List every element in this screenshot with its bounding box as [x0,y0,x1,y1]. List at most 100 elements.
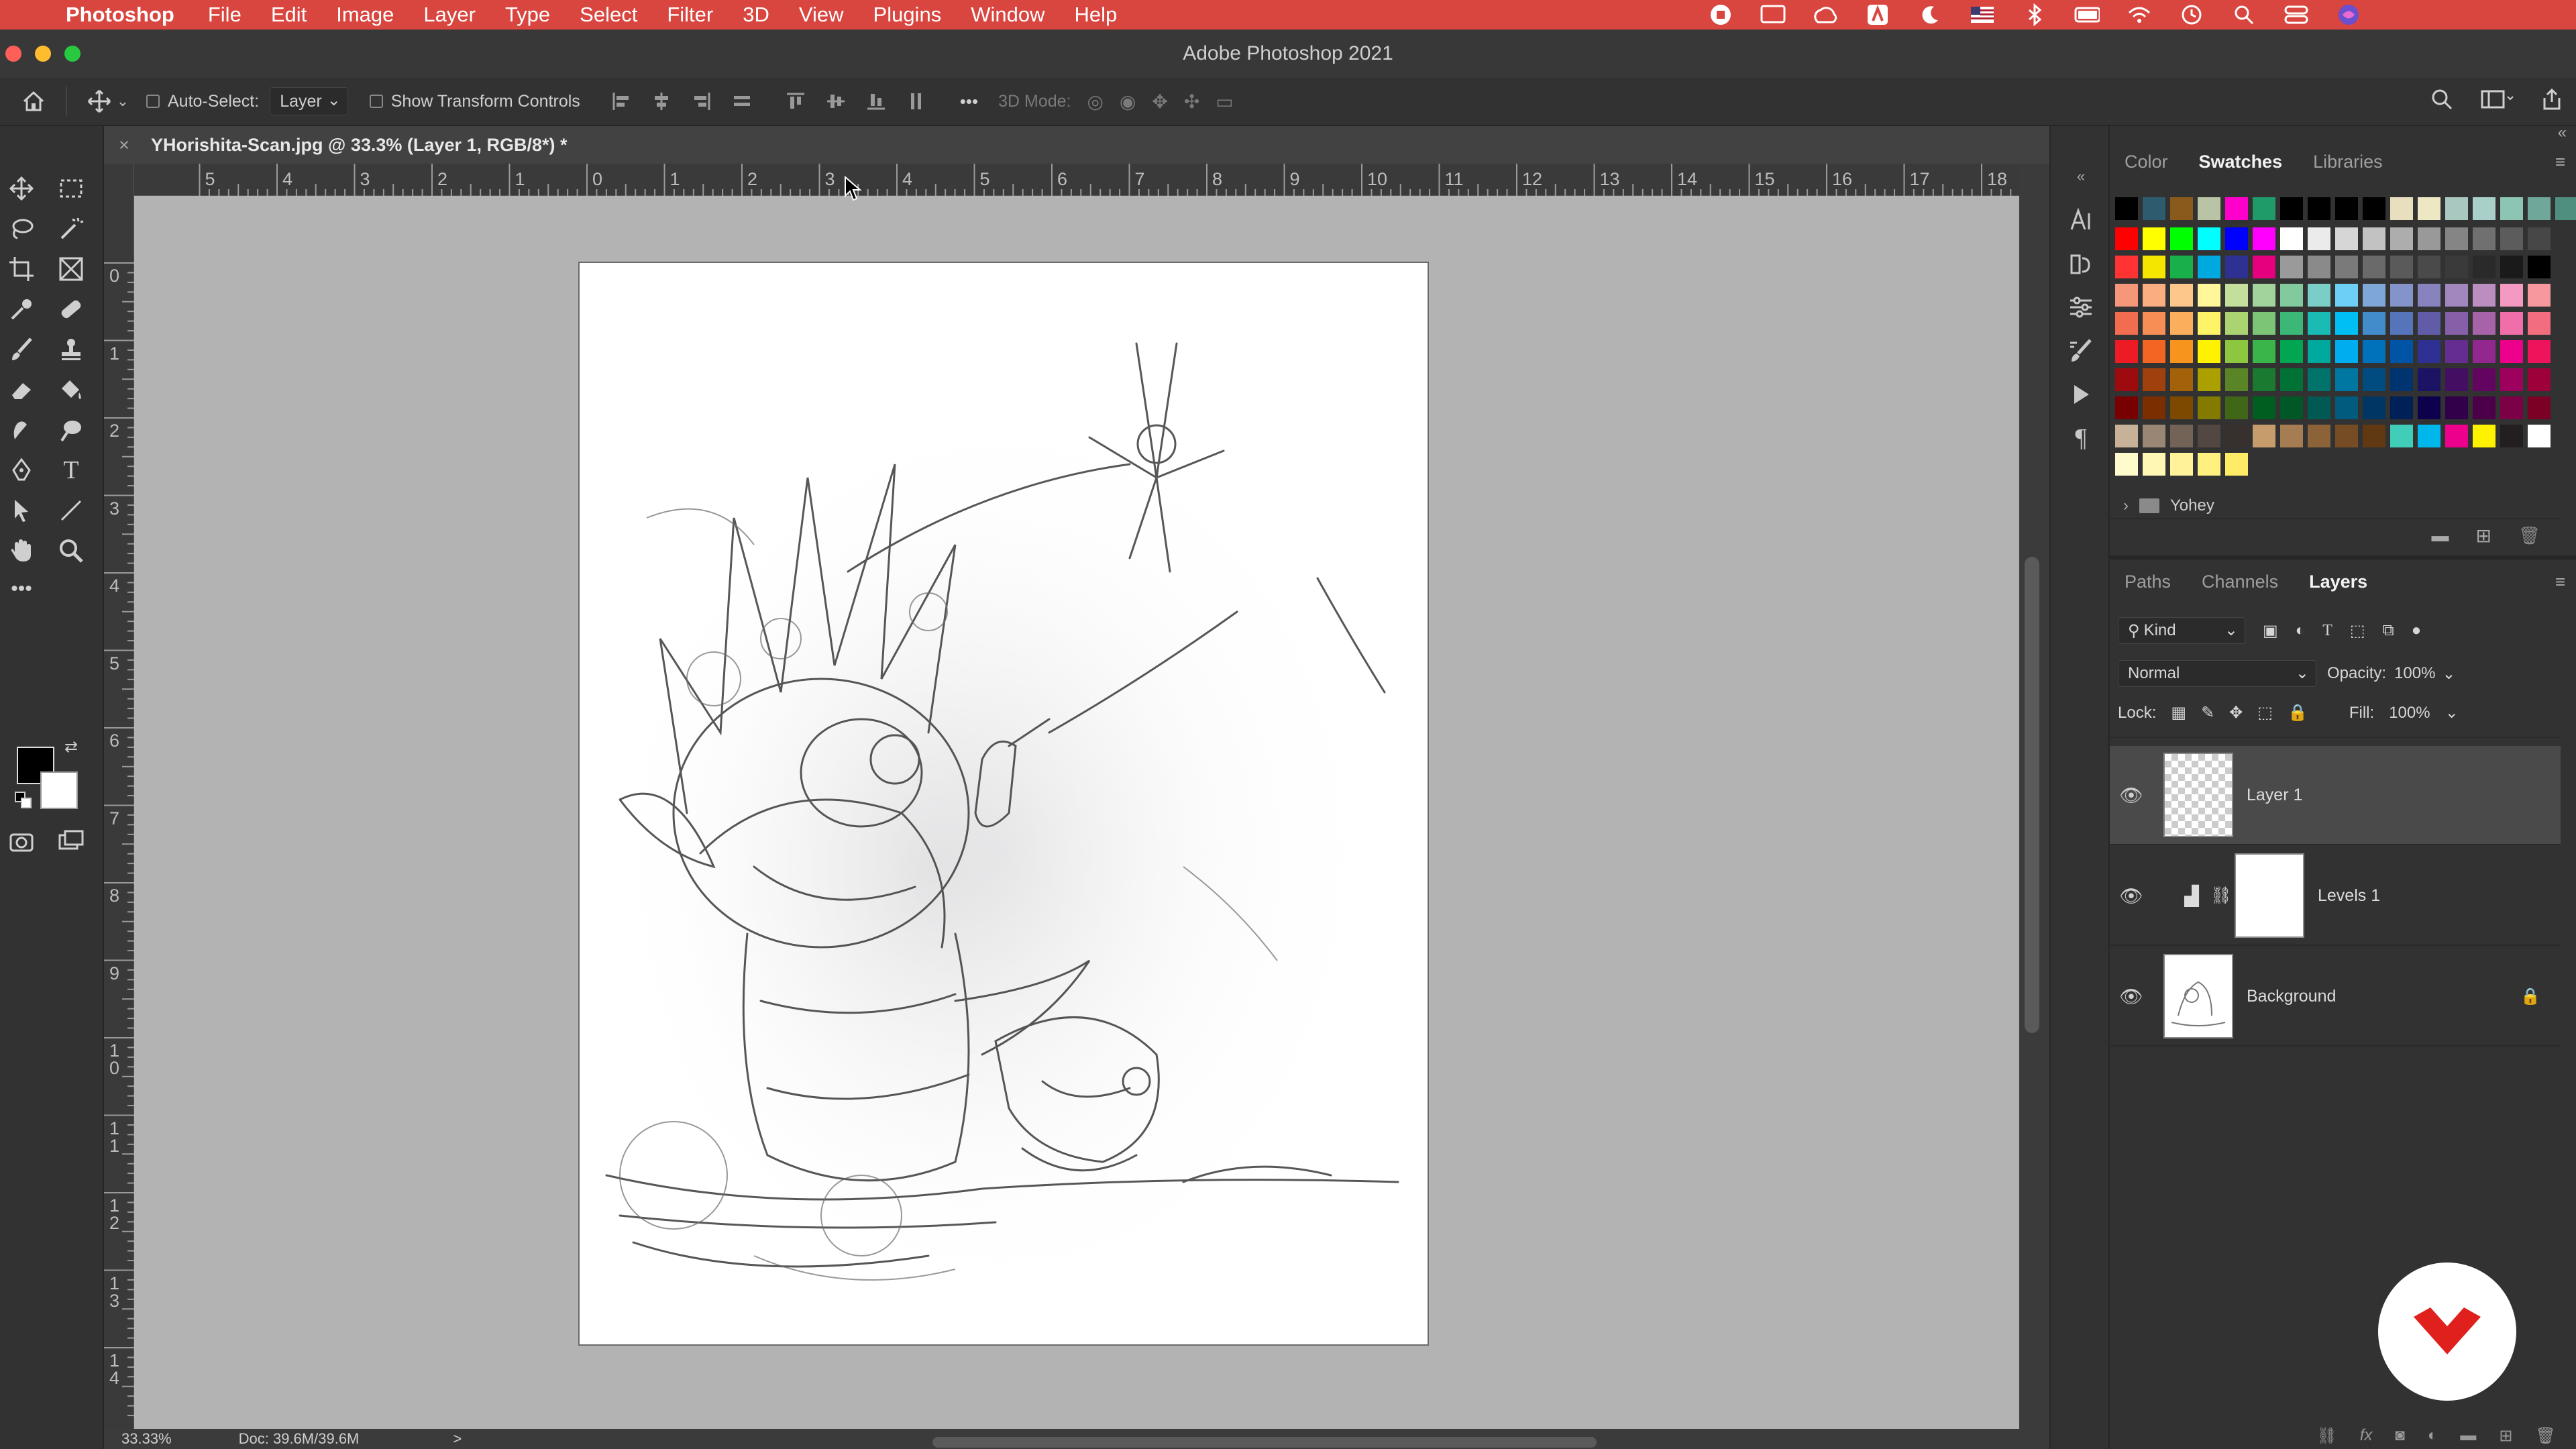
color-swatch[interactable] [2225,340,2248,363]
color-swatch[interactable] [2115,227,2138,250]
magic-wand-tool-icon[interactable] [52,210,90,248]
color-swatch[interactable] [2253,340,2275,363]
paint-bucket-tool-icon[interactable] [52,371,90,409]
color-swatch[interactable] [2500,197,2523,220]
color-swatch[interactable] [2445,197,2468,220]
auto-select-checkbox[interactable] [146,95,160,108]
filter-toggle-icon[interactable]: ● [2412,621,2422,640]
color-swatch[interactable] [2390,312,2413,335]
screen-icon[interactable] [1760,2,1786,28]
color-swatch[interactable] [2445,425,2468,447]
color-swatch[interactable] [2170,256,2193,278]
color-swatch[interactable] [2555,197,2576,220]
distribute-icon[interactable] [732,91,752,111]
color-swatch[interactable] [2308,396,2330,419]
menu-select[interactable]: Select [580,3,637,27]
color-swatch[interactable] [2225,396,2248,419]
adobe-icon[interactable] [1865,2,1890,28]
color-swatch[interactable] [2225,284,2248,307]
color-swatch[interactable] [2253,396,2275,419]
lock-image-icon[interactable]: ✎ [2201,703,2214,722]
color-swatch[interactable] [2143,227,2165,250]
color-swatch[interactable] [2500,312,2523,335]
marquee-tool-icon[interactable] [52,170,90,207]
color-swatch[interactable] [2473,396,2496,419]
color-swatch[interactable] [2445,340,2468,363]
menu-filter[interactable]: Filter [667,3,713,27]
color-swatch[interactable] [2418,284,2440,307]
color-swatch[interactable] [2280,312,2303,335]
color-swatch[interactable] [2418,396,2440,419]
color-swatch[interactable] [2500,396,2523,419]
color-swatch[interactable] [2115,396,2138,419]
close-window-button[interactable] [5,46,21,62]
link-layers-icon[interactable]: ⛓ [2316,1426,2337,1446]
color-swatch[interactable] [2363,340,2385,363]
line-tool-icon[interactable] [52,492,90,529]
move-tool-preset-icon[interactable]: ⌄ [80,88,134,115]
record-icon[interactable] [1708,2,1733,28]
color-swatch[interactable] [2335,256,2358,278]
new-swatch-icon[interactable]: ⊞ [2476,525,2491,547]
zoom-tool-icon[interactable] [52,532,90,570]
menu-3d[interactable]: 3D [743,3,769,27]
color-swatch[interactable] [2528,197,2551,220]
color-swatch[interactable] [2363,425,2385,447]
tab-color[interactable]: Color [2125,152,2168,172]
3d-slide-icon[interactable]: ✣ [1184,91,1199,113]
layer-style-icon[interactable]: fx [2360,1426,2373,1445]
color-swatch[interactable] [2335,197,2358,220]
adjustments-panel-icon[interactable] [2064,290,2098,324]
color-swatch[interactable] [2170,312,2193,335]
mask-link-icon[interactable]: ⛓ [2210,886,2232,906]
color-swatch[interactable] [2528,396,2551,419]
color-swatch[interactable] [2253,312,2275,335]
fill-value[interactable]: 100% [2389,704,2430,722]
color-swatch[interactable] [2170,227,2193,250]
3d-roll-icon[interactable]: ◉ [1120,91,1136,113]
actions-panel-icon[interactable] [2064,378,2098,411]
character-panel-icon[interactable] [2064,203,2098,237]
lock-all-icon[interactable]: 🔒 [2288,703,2308,722]
color-swatch[interactable] [2445,368,2468,391]
color-swatch[interactable] [2170,396,2193,419]
color-swatch[interactable] [2473,340,2496,363]
color-swatch[interactable] [2225,453,2248,476]
background-color-swatch[interactable] [40,771,78,809]
color-swatch[interactable] [2308,425,2330,447]
layer-name[interactable]: Background [2247,987,2336,1006]
new-group-icon[interactable]: ▬ [2432,525,2449,546]
eyedropper-tool-icon[interactable] [3,290,40,328]
color-swatch[interactable] [2198,368,2220,391]
zoom-level[interactable]: 33.33% [121,1430,172,1448]
color-swatch[interactable] [2418,312,2440,335]
color-swatch[interactable] [2418,256,2440,278]
more-options-button[interactable]: ••• [960,91,978,112]
lasso-tool-icon[interactable] [3,210,40,248]
workspace-icon[interactable] [2481,87,2514,111]
color-swatch[interactable] [2390,368,2413,391]
zoom-window-button[interactable] [64,46,80,62]
blend-mode-dropdown[interactable]: Normal [2118,660,2316,687]
3d-camera-icon[interactable]: ▭ [1216,91,1233,113]
color-swatch[interactable] [2418,368,2440,391]
close-document-button[interactable]: × [111,135,138,156]
apple-icon[interactable] [19,0,48,30]
align-middle-icon[interactable] [826,91,846,111]
color-swatch[interactable] [2418,340,2440,363]
layer-row-background[interactable]: 👁 Background 🔒 [2110,947,2561,1046]
color-swatch[interactable] [2115,256,2138,278]
layer-mask-thumbnail[interactable] [2235,853,2304,938]
color-swatch[interactable] [2445,312,2468,335]
document-tab[interactable]: × YHorishita-Scan.jpg @ 33.3% (Layer 1, … [104,126,2049,164]
color-swatch[interactable] [2528,284,2551,307]
color-swatch[interactable] [2528,368,2551,391]
filter-adjustment-icon[interactable]: ◐ [2296,621,2306,640]
color-swatch[interactable] [2143,340,2165,363]
control-center-icon[interactable] [2284,2,2309,28]
pen-tool-icon[interactable] [3,451,40,489]
flag-icon[interactable] [1970,2,1995,28]
color-swatch[interactable] [2390,425,2413,447]
fill-chevron-icon[interactable]: ⌄ [2445,703,2459,722]
tab-channels[interactable]: Channels [2202,572,2278,592]
